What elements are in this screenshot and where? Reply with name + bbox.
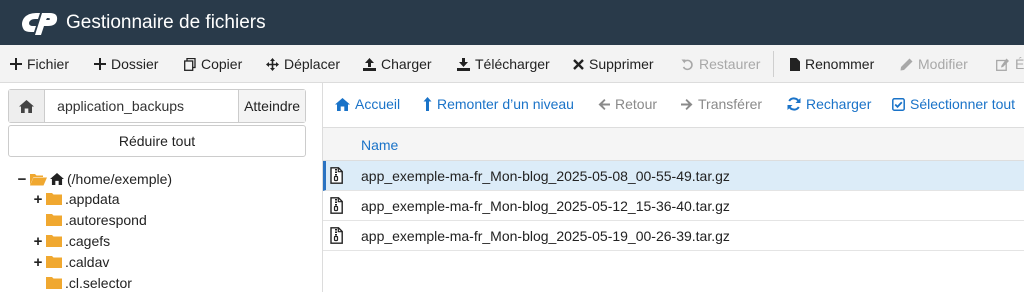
toolbar: Fichier Dossier Copier Déplacer Charger … xyxy=(0,45,1024,83)
tree-expand-toggle[interactable]: + xyxy=(32,191,44,208)
tree-item-autorespond[interactable]: .autorespond xyxy=(32,210,147,230)
tree-expand-toggle[interactable]: + xyxy=(32,254,44,271)
download-button[interactable]: Télécharger xyxy=(457,45,550,83)
restore-button[interactable]: Restaurer xyxy=(681,45,760,83)
x-icon xyxy=(573,58,584,70)
tree-item-label: .caldav xyxy=(65,254,110,270)
plus-icon xyxy=(10,58,22,70)
up-one-level-label: Remonter d’un niveau xyxy=(437,96,574,112)
delete-label: Supprimer xyxy=(589,56,654,72)
tree-item-caldav[interactable]: + .caldav xyxy=(32,252,110,272)
upload-label: Charger xyxy=(381,56,432,72)
go-button[interactable]: Atteindre xyxy=(238,90,305,122)
refresh-icon xyxy=(787,97,801,111)
level-up-icon xyxy=(423,97,432,111)
tree-item-label: .appdata xyxy=(65,191,120,207)
move-button[interactable]: Déplacer xyxy=(266,45,340,83)
file-name: app_exemple-ma-fr_Mon-blog_2025-05-08_00… xyxy=(361,168,730,184)
select-all-label: Sélectionner tout xyxy=(910,96,1016,112)
home-icon xyxy=(19,99,35,113)
table-header: Name xyxy=(323,127,1024,161)
move-icon xyxy=(266,57,279,71)
upload-icon xyxy=(363,57,376,71)
file-name: app_exemple-ma-fr_Mon-blog_2025-05-12_15… xyxy=(361,198,730,214)
file-table: Name app_exemple-ma-fr_Mon-blog_2025-05-… xyxy=(323,127,1024,251)
folder-icon xyxy=(46,193,62,205)
tree-item-label: (/home/exemple) xyxy=(67,171,173,187)
table-row[interactable]: app_exemple-ma-fr_Mon-blog_2025-05-19_00… xyxy=(323,221,1024,251)
edit-label: É xyxy=(1015,56,1024,72)
new-folder-label: Dossier xyxy=(111,56,159,72)
table-row[interactable]: app_exemple-ma-fr_Mon-blog_2025-05-08_00… xyxy=(323,161,1024,191)
folder-tree-panel: Atteindre Réduire tout − (/home/exemple)… xyxy=(0,83,322,292)
tree-item-label: .cl.selector xyxy=(65,275,132,291)
app-title: Gestionnaire de fichiers xyxy=(66,12,266,33)
check-square-icon xyxy=(892,97,905,111)
folder-icon xyxy=(46,214,62,226)
tree-item-cl-selector[interactable]: .cl.selector xyxy=(32,273,132,292)
copy-label: Copier xyxy=(201,56,243,72)
download-icon xyxy=(457,57,470,71)
folder-icon xyxy=(46,235,62,247)
navigation-bar: Accueil Remonter d’un niveau Retour Tran… xyxy=(323,86,1024,122)
copy-button[interactable]: Copier xyxy=(184,45,242,83)
archive-file-icon xyxy=(330,227,343,244)
file-name: app_exemple-ma-fr_Mon-blog_2025-05-19_00… xyxy=(361,228,730,244)
arrow-right-icon xyxy=(681,98,693,110)
arrow-left-icon xyxy=(598,98,610,110)
delete-button[interactable]: Supprimer xyxy=(573,45,654,83)
home-label: Accueil xyxy=(355,96,401,112)
forward-label: Transférer xyxy=(698,96,763,112)
download-label: Télécharger xyxy=(475,56,550,72)
column-header-name[interactable]: Name xyxy=(361,137,398,153)
undo-icon xyxy=(681,59,693,70)
modify-button[interactable]: Modifier xyxy=(900,45,968,83)
tree-collapse-toggle[interactable]: − xyxy=(16,171,28,188)
archive-file-icon xyxy=(330,167,343,184)
new-file-label: Fichier xyxy=(27,56,70,72)
file-icon xyxy=(790,57,800,71)
up-one-level-button[interactable]: Remonter d’un niveau xyxy=(423,86,574,122)
home-icon xyxy=(335,97,350,111)
path-home-button[interactable] xyxy=(9,90,46,122)
edit-icon xyxy=(996,58,1009,71)
new-folder-button[interactable]: Dossier xyxy=(94,45,158,83)
plus-icon xyxy=(94,58,106,70)
tree-item-label: .cagefs xyxy=(65,233,111,249)
rename-button[interactable]: Renommer xyxy=(790,45,874,83)
upload-button[interactable]: Charger xyxy=(363,45,432,83)
path-input[interactable] xyxy=(45,90,239,122)
reload-button[interactable]: Recharger xyxy=(787,86,871,122)
tree-item-label: .autorespond xyxy=(65,212,147,228)
select-all-button[interactable]: Sélectionner tout xyxy=(892,86,1015,122)
tree-item-cagefs[interactable]: + .cagefs xyxy=(32,231,111,251)
back-button[interactable]: Retour xyxy=(598,86,657,122)
tree-item-home[interactable]: − (/home/exemple) xyxy=(16,169,172,189)
edit-button[interactable]: É xyxy=(996,45,1024,83)
cpanel-logo-icon xyxy=(22,13,58,35)
copy-icon xyxy=(184,57,196,71)
new-file-button[interactable]: Fichier xyxy=(10,45,69,83)
tree-item-appdata[interactable]: + .appdata xyxy=(32,189,120,209)
tree-expand-toggle[interactable]: + xyxy=(32,233,44,250)
home-icon xyxy=(50,173,64,185)
restore-label: Restaurer xyxy=(699,56,761,72)
reload-label: Recharger xyxy=(806,96,872,112)
archive-file-icon xyxy=(330,197,343,214)
pencil-icon xyxy=(900,58,913,70)
open-folder-icon xyxy=(30,173,47,185)
home-button[interactable]: Accueil xyxy=(335,86,400,122)
move-label: Déplacer xyxy=(284,56,341,72)
app-header: Gestionnaire de fichiers xyxy=(0,0,1024,45)
toolbar-divider xyxy=(773,51,774,77)
rename-label: Renommer xyxy=(805,56,875,72)
forward-button[interactable]: Transférer xyxy=(681,86,762,122)
table-row[interactable]: app_exemple-ma-fr_Mon-blog_2025-05-12_15… xyxy=(323,191,1024,221)
path-bar: Atteindre xyxy=(8,89,306,123)
folder-icon xyxy=(46,256,62,268)
folder-icon xyxy=(46,277,62,289)
collapse-all-button[interactable]: Réduire tout xyxy=(8,125,306,157)
modify-label: Modifier xyxy=(918,56,968,72)
back-label: Retour xyxy=(615,96,658,112)
